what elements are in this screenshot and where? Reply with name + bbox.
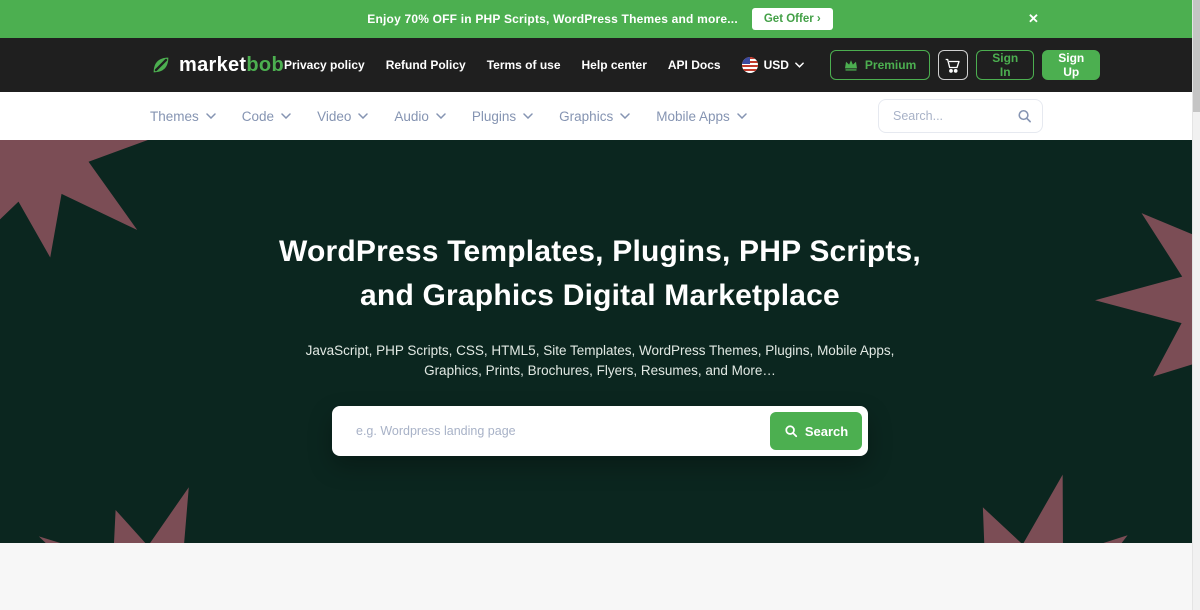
- nav-item-graphics[interactable]: Graphics: [559, 109, 630, 124]
- close-icon[interactable]: ✕: [1022, 10, 1045, 28]
- crown-icon: [844, 59, 858, 71]
- header-link-help-center[interactable]: Help center: [582, 58, 647, 72]
- header-nav: Privacy policy Refund Policy Terms of us…: [284, 58, 721, 72]
- category-nav-items: Themes Code Video Audio Plugins Graphics…: [150, 109, 747, 124]
- us-flag-icon: [742, 57, 758, 73]
- nav-item-video[interactable]: Video: [317, 109, 368, 124]
- hero-content: WordPress Templates, Plugins, PHP Script…: [0, 140, 1200, 456]
- below-hero-section: [0, 543, 1200, 610]
- chevron-down-icon: [206, 113, 216, 119]
- hero-search-button[interactable]: Search: [770, 412, 862, 450]
- nav-item-themes[interactable]: Themes: [150, 109, 216, 124]
- nav-item-mobile-apps[interactable]: Mobile Apps: [656, 109, 747, 124]
- chevron-down-icon: [795, 62, 804, 68]
- logo[interactable]: marketbob: [150, 54, 284, 77]
- logo-text: marketbob: [179, 54, 284, 77]
- leaf-icon: [150, 54, 172, 76]
- nav-item-plugins[interactable]: Plugins: [472, 109, 533, 124]
- nav-item-audio[interactable]: Audio: [394, 109, 446, 124]
- hero-title: WordPress Templates, Plugins, PHP Script…: [0, 230, 1200, 318]
- header-link-api-docs[interactable]: API Docs: [668, 58, 721, 72]
- promo-banner: Enjoy 70% OFF in PHP Scripts, WordPress …: [0, 0, 1200, 38]
- chevron-down-icon: [523, 113, 533, 119]
- sign-up-button[interactable]: Sign Up: [1042, 50, 1100, 80]
- promo-banner-text: Enjoy 70% OFF in PHP Scripts, WordPress …: [367, 12, 738, 26]
- hero-search-button-label: Search: [805, 424, 848, 439]
- chevron-down-icon: [358, 113, 368, 119]
- chevron-down-icon: [436, 113, 446, 119]
- scrollbar-thumb[interactable]: [1193, 0, 1200, 112]
- premium-button-label: Premium: [865, 58, 916, 72]
- get-offer-button[interactable]: Get Offer ›: [752, 8, 833, 30]
- chevron-down-icon: [737, 113, 747, 119]
- header-link-privacy-policy[interactable]: Privacy policy: [284, 58, 365, 72]
- cart-icon: [945, 58, 961, 73]
- category-nav: Themes Code Video Audio Plugins Graphics…: [0, 92, 1200, 140]
- hero-subtitle: JavaScript, PHP Scripts, CSS, HTML5, Sit…: [0, 341, 1200, 381]
- cart-button[interactable]: [938, 50, 968, 80]
- premium-button[interactable]: Premium: [830, 50, 930, 80]
- main-header: marketbob Privacy policy Refund Policy T…: [0, 38, 1200, 92]
- header-actions: Premium Sign In Sign Up: [830, 50, 1100, 80]
- currency-selector[interactable]: USD: [742, 57, 804, 73]
- chevron-down-icon: [620, 113, 630, 119]
- currency-label: USD: [764, 58, 789, 72]
- nav-item-code[interactable]: Code: [242, 109, 291, 124]
- header-link-terms-of-use[interactable]: Terms of use: [487, 58, 561, 72]
- header-search: [878, 99, 1043, 133]
- search-icon: [784, 424, 798, 438]
- hero-search-bar: Search: [332, 406, 868, 456]
- hero-section: WordPress Templates, Plugins, PHP Script…: [0, 140, 1200, 543]
- chevron-down-icon: [281, 113, 291, 119]
- starburst-bottom-left: [28, 480, 268, 543]
- header-link-refund-policy[interactable]: Refund Policy: [386, 58, 466, 72]
- scrollbar-track[interactable]: [1192, 0, 1200, 610]
- sign-in-button[interactable]: Sign In: [976, 50, 1034, 80]
- starburst-bottom-right: [882, 459, 1175, 543]
- search-icon[interactable]: [1017, 109, 1032, 124]
